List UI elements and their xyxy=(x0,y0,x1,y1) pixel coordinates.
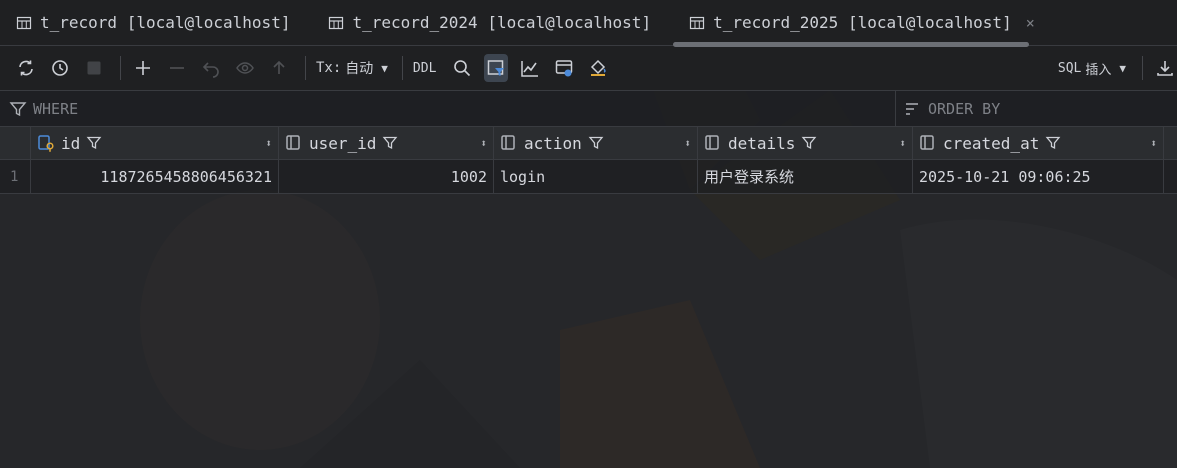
filter-bar: WHERE ORDER BY xyxy=(0,91,1177,127)
tab-t-record-2024[interactable]: t_record_2024 [local@localhost] xyxy=(312,0,667,46)
arrow-up-icon xyxy=(273,60,285,74)
download-icon xyxy=(1157,61,1173,76)
close-tab-icon[interactable]: × xyxy=(1026,14,1035,32)
table-icon xyxy=(689,16,705,29)
chevron-down-icon: ▼ xyxy=(381,61,388,75)
sort-toggle-icon[interactable]: ⬍ xyxy=(684,137,691,150)
toolbar-separator xyxy=(401,56,403,80)
column-header-details[interactable]: details ⬍ xyxy=(698,127,913,159)
column-header-id[interactable]: id ⬍ xyxy=(31,127,279,159)
sort-toggle-icon[interactable]: ⬍ xyxy=(899,137,906,150)
column-icon xyxy=(286,135,300,150)
column-header-user-id[interactable]: user_id ⬍ xyxy=(279,127,494,159)
filter-icon xyxy=(9,101,27,116)
cell-id[interactable]: 1187265458806456321 xyxy=(31,160,279,193)
where-placeholder: WHERE xyxy=(33,99,79,118)
sql-label: SQL xyxy=(1057,60,1082,76)
column-icon xyxy=(705,135,719,150)
plus-icon xyxy=(136,61,150,75)
refresh-button[interactable] xyxy=(14,54,38,82)
sql-mode-value: 插入 xyxy=(1085,62,1112,78)
auto-refresh-button[interactable] xyxy=(48,54,72,82)
table-icon xyxy=(329,16,344,29)
toolbar-separator xyxy=(1142,56,1143,80)
minus-icon xyxy=(170,67,184,69)
revert-button[interactable] xyxy=(199,54,223,82)
table-filter-icon xyxy=(488,60,505,76)
chevron-down-icon: ▼ xyxy=(1119,61,1126,75)
cell-action[interactable]: login xyxy=(494,160,698,193)
editor-tab-bar: t_record [local@localhost] t_record_2024… xyxy=(0,0,1177,47)
row-number: 1 xyxy=(0,160,31,193)
column-name: user_id xyxy=(309,133,377,153)
column-name: id xyxy=(61,133,81,153)
eye-icon xyxy=(236,62,254,74)
tab-label: t_record [local@localhost] xyxy=(40,13,291,32)
tx-label: Tx: xyxy=(316,60,342,76)
primary-key-column-icon xyxy=(38,135,54,152)
toolbar-separator xyxy=(305,56,306,80)
paint-bucket-icon xyxy=(591,59,607,76)
tab-t-record-2025[interactable]: t_record_2025 [local@localhost] × xyxy=(673,0,1051,47)
column-filter-icon[interactable] xyxy=(588,135,604,151)
transaction-mode-dropdown[interactable]: Tx: 自动 ▼ xyxy=(316,58,388,78)
order-by-placeholder: ORDER BY xyxy=(928,99,1001,118)
cell-created-at[interactable]: 2025-10-21 09:06:25 xyxy=(913,160,1164,193)
stop-button[interactable] xyxy=(82,54,106,82)
submit-button[interactable] xyxy=(267,54,291,82)
database-settings-icon xyxy=(556,60,573,77)
toolbar-separator xyxy=(120,56,121,80)
sql-insert-dropdown[interactable]: SQL 插入 ▼ xyxy=(1058,59,1126,78)
row-number-header xyxy=(0,127,31,159)
data-source-button[interactable] xyxy=(552,54,576,82)
grid-header-row: id ⬍ user_id ⬍ action ⬍ details ⬍ create… xyxy=(0,127,1177,160)
sort-toggle-icon[interactable]: ⬍ xyxy=(265,137,272,150)
chart-view-button[interactable] xyxy=(518,54,542,82)
column-icon xyxy=(501,135,515,150)
tab-label: t_record_2025 [local@localhost] xyxy=(713,13,1012,32)
ddl-button[interactable]: DDL xyxy=(413,61,436,76)
tab-label: t_record_2024 [local@localhost] xyxy=(352,13,652,32)
sort-toggle-icon[interactable]: ⬍ xyxy=(480,137,487,150)
clock-icon xyxy=(52,60,68,76)
column-filter-icon[interactable] xyxy=(382,135,398,151)
highlight-button[interactable] xyxy=(586,54,610,82)
column-name: action xyxy=(524,133,582,153)
filter-view-toggle[interactable] xyxy=(484,54,509,82)
preview-changes-button[interactable] xyxy=(233,54,257,82)
column-header-created-at[interactable]: created_at ⬍ xyxy=(913,127,1164,159)
table-icon xyxy=(16,16,32,29)
add-row-button[interactable] xyxy=(131,54,155,82)
sort-icon xyxy=(906,102,918,115)
delete-row-button[interactable] xyxy=(165,54,189,82)
result-grid: id ⬍ user_id ⬍ action ⬍ details ⬍ create… xyxy=(0,127,1177,194)
tx-mode-value: 自动 xyxy=(345,61,374,77)
tab-t-record[interactable]: t_record [local@localhost] xyxy=(0,0,306,46)
order-by-input[interactable]: ORDER BY xyxy=(896,100,1000,118)
column-name: details xyxy=(728,133,796,153)
column-filter-icon[interactable] xyxy=(86,135,102,151)
column-filter-icon[interactable] xyxy=(1045,135,1061,151)
column-icon xyxy=(920,135,934,150)
export-button[interactable] xyxy=(1153,54,1177,82)
sort-toggle-icon[interactable]: ⬍ xyxy=(1150,137,1157,150)
search-icon xyxy=(454,60,471,77)
data-editor-toolbar: Tx: 自动 ▼ DDL SQL 插入 ▼ xyxy=(0,46,1177,91)
column-filter-icon[interactable] xyxy=(801,135,817,151)
search-button[interactable] xyxy=(450,54,474,82)
undo-icon xyxy=(202,62,219,78)
where-filter-input[interactable]: WHERE xyxy=(0,91,896,126)
table-row[interactable]: 1 1187265458806456321 1002 login 用户登录系统 … xyxy=(0,160,1177,194)
refresh-icon xyxy=(19,60,33,76)
cell-details[interactable]: 用户登录系统 xyxy=(698,160,913,193)
column-header-action[interactable]: action ⬍ xyxy=(494,127,698,159)
line-chart-icon xyxy=(521,61,539,77)
stop-icon xyxy=(87,61,101,75)
cell-user-id[interactable]: 1002 xyxy=(279,160,494,193)
column-name: created_at xyxy=(943,133,1040,153)
